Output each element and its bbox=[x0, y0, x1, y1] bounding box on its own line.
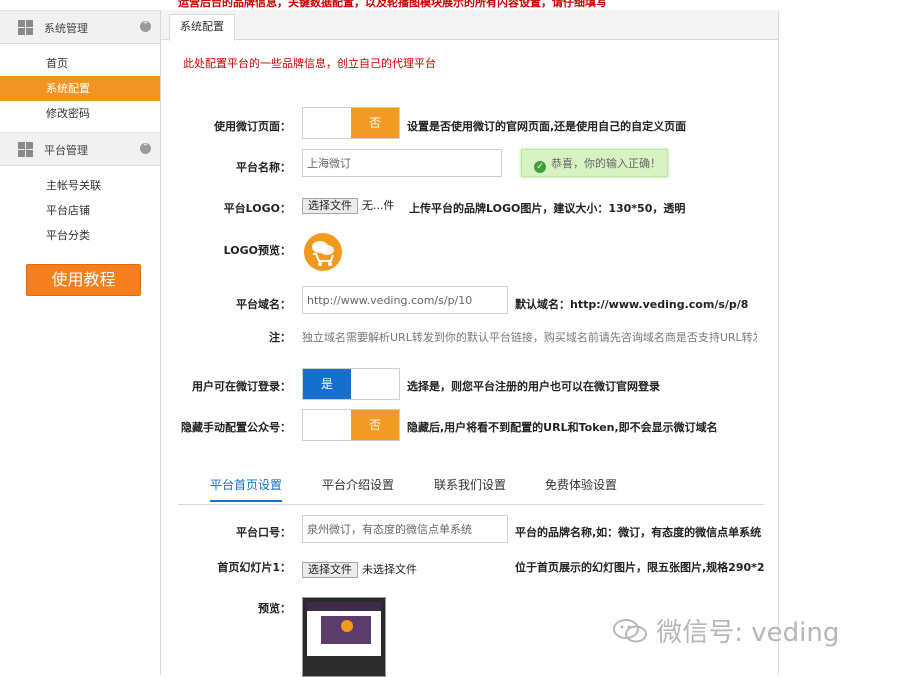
tutorial-button[interactable]: 使用教程 bbox=[26, 264, 141, 296]
note-label: 注： bbox=[269, 331, 291, 344]
collapse-icon[interactable]: ⌃ bbox=[140, 21, 151, 32]
user-login-switch[interactable]: 是 bbox=[302, 368, 400, 400]
home-slide1-file: 选择文件 未选择文件 bbox=[302, 558, 417, 578]
tab-bar: 系统配置 bbox=[161, 10, 778, 41]
grid-icon bbox=[18, 142, 33, 157]
switch-on-label: 是 bbox=[303, 369, 351, 399]
platform-domain-label: 平台域名： bbox=[236, 298, 291, 311]
check-icon: ✓ bbox=[534, 161, 546, 173]
success-tooltip-text: 恭喜，你的输入正确！ bbox=[551, 157, 661, 170]
choose-file-button[interactable]: 选择文件 bbox=[302, 562, 358, 578]
sidebar-item-home[interactable]: 首页 bbox=[0, 51, 160, 76]
platform-domain-desc: 默认域名：http://www.veding.com/s/p/8 bbox=[515, 298, 749, 311]
platform-slogan-desc: 平台的品牌名称,如：微订，有态度的微信点单系统 bbox=[515, 526, 762, 539]
section-title: 平台管理 bbox=[44, 144, 88, 157]
top-banner-text: 运营后台的品牌信息，关键数据配置，以及轮播图模块展示的所有内容设置，请仔细填写 bbox=[178, 0, 607, 9]
slide-preview-image bbox=[302, 597, 386, 677]
note-text: 独立域名需要解析URL转发到你的默认平台链接，购买域名前请先咨询域名商是否支持U… bbox=[302, 331, 757, 344]
preview-label: 预览： bbox=[258, 602, 291, 615]
sidebar-section-system[interactable]: 系统管理 ⌃ bbox=[0, 10, 160, 44]
sidebar-section-platform[interactable]: 平台管理 ⌃ bbox=[0, 132, 160, 166]
use-weiding-page-desc: 设置是否使用微订的官网页面,还是使用自己的自定义页面 bbox=[407, 120, 687, 133]
subtab-home-settings[interactable]: 平台首页设置 bbox=[210, 476, 283, 502]
home-slide1-desc: 位于首页展示的幻灯图片，限五张图片,规格290*2 bbox=[515, 561, 765, 574]
sidebar-nav-system: 首页 系统配置 修改密码 bbox=[0, 44, 160, 132]
main-panel: 系统配置 此处配置平台的一些品牌信息，创立自己的代理平台 使用微订页面： 否 设… bbox=[161, 10, 779, 677]
config-hint: 此处配置平台的一些品牌信息，创立自己的代理平台 bbox=[183, 57, 436, 70]
tab-system-config[interactable]: 系统配置 bbox=[169, 14, 235, 41]
platform-slogan-input[interactable]: 泉州微订，有态度的微信点单系统 bbox=[302, 515, 508, 543]
use-weiding-page-label: 使用微订页面： bbox=[214, 120, 291, 133]
logo-preview-image bbox=[304, 233, 342, 271]
platform-logo-file: 选择文件 无...件 bbox=[302, 194, 395, 214]
home-slide1-label: 首页幻灯片1： bbox=[217, 561, 291, 574]
choose-file-button[interactable]: 选择文件 bbox=[302, 198, 358, 214]
sidebar-item-main-account[interactable]: 主帐号关联 bbox=[0, 173, 160, 198]
switch-off-label: 否 bbox=[351, 108, 399, 138]
hide-manual-label: 隐藏手动配置公众号： bbox=[181, 421, 291, 434]
subtab-intro-settings[interactable]: 平台介绍设置 bbox=[322, 476, 394, 500]
file-status: 未选择文件 bbox=[362, 563, 417, 576]
platform-slogan-label: 平台口号： bbox=[236, 526, 291, 539]
wechat-icon bbox=[613, 619, 647, 643]
cart-logo-icon bbox=[312, 241, 334, 266]
platform-name-input[interactable]: 上海微订 bbox=[302, 149, 502, 177]
sidebar: 系统管理 ⌃ 首页 系统配置 修改密码 平台管理 ⌃ 主帐号关联 平台店铺 平台… bbox=[0, 10, 161, 675]
section-title: 系统管理 bbox=[44, 22, 88, 35]
sidebar-item-change-password[interactable]: 修改密码 bbox=[0, 101, 160, 126]
grid-icon bbox=[18, 20, 33, 35]
logo-preview-label: LOGO预览： bbox=[223, 244, 291, 257]
subtab-contact-settings[interactable]: 联系我们设置 bbox=[434, 476, 506, 500]
subtab-trial-settings[interactable]: 免费体验设置 bbox=[545, 476, 617, 500]
wechat-watermark: 微信号: veding bbox=[612, 612, 839, 649]
sidebar-item-system-config[interactable]: 系统配置 bbox=[0, 76, 160, 101]
user-login-label: 用户可在微订登录： bbox=[192, 380, 291, 393]
hide-manual-desc: 隐藏后,用户将看不到配置的URL和Token,即不会显示微订域名 bbox=[407, 421, 718, 434]
hide-manual-switch[interactable]: 否 bbox=[302, 409, 400, 441]
platform-logo-desc: 上传平台的品牌LOGO图片，建议大小：130*50，透明 bbox=[409, 202, 686, 215]
sidebar-nav-platform: 主帐号关联 平台店铺 平台分类 bbox=[0, 166, 160, 254]
platform-name-label: 平台名称： bbox=[236, 161, 291, 174]
platform-domain-input[interactable]: http://www.veding.com/s/p/10 bbox=[302, 286, 508, 314]
use-weiding-page-switch[interactable]: 否 bbox=[302, 107, 400, 139]
platform-logo-label: 平台LOGO： bbox=[223, 202, 291, 215]
sidebar-item-platform-shops[interactable]: 平台店铺 bbox=[0, 198, 160, 223]
user-login-desc: 选择是，则您平台注册的用户也可以在微订官网登录 bbox=[407, 380, 660, 393]
success-tooltip: ✓ 恭喜，你的输入正确！ bbox=[521, 149, 668, 177]
switch-off-label: 否 bbox=[351, 410, 399, 440]
settings-subtabs: 平台首页设置 平台介绍设置 联系我们设置 免费体验设置 bbox=[178, 470, 764, 505]
file-status: 无...件 bbox=[362, 199, 395, 212]
sidebar-item-platform-categories[interactable]: 平台分类 bbox=[0, 223, 160, 248]
watermark-text: 微信号: veding bbox=[656, 618, 840, 648]
collapse-icon[interactable]: ⌃ bbox=[140, 143, 151, 154]
